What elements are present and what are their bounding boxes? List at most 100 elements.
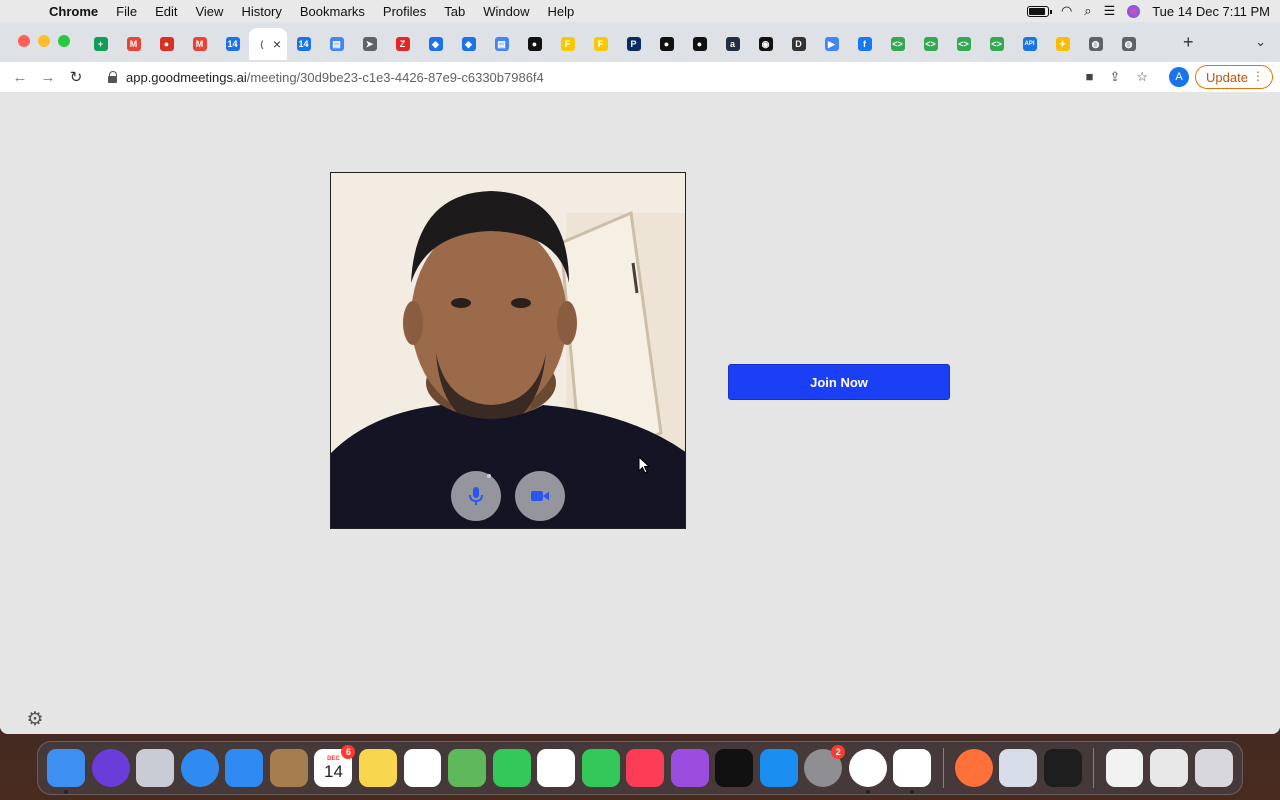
tab[interactable]: ✦ bbox=[1046, 28, 1079, 60]
terminal-icon[interactable] bbox=[1043, 749, 1082, 787]
podcasts-icon[interactable] bbox=[670, 749, 709, 787]
chrome-minimized-icon[interactable] bbox=[1150, 749, 1188, 787]
wifi-icon[interactable]: ◠ bbox=[1061, 3, 1072, 19]
tab[interactable]: ◆ bbox=[419, 28, 452, 60]
menu-view[interactable]: View bbox=[186, 4, 232, 19]
new-tab-button[interactable]: + bbox=[1183, 32, 1194, 53]
bookmark-star-icon[interactable]: ☆ bbox=[1136, 69, 1148, 85]
minimize-window-button[interactable] bbox=[38, 35, 50, 47]
calendar-icon[interactable]: DEC 14 6 bbox=[314, 745, 356, 787]
launchpad-icon[interactable] bbox=[136, 749, 175, 787]
tab[interactable]: ◆ bbox=[452, 28, 485, 60]
profile-avatar[interactable]: A bbox=[1169, 67, 1189, 87]
music-icon[interactable] bbox=[626, 749, 665, 787]
reminders-icon[interactable] bbox=[403, 749, 442, 787]
tab[interactable]: P bbox=[617, 28, 650, 60]
finder-icon[interactable] bbox=[47, 749, 86, 794]
tab[interactable]: ● bbox=[650, 28, 683, 60]
menu-profiles[interactable]: Profiles bbox=[374, 4, 435, 19]
menu-help[interactable]: Help bbox=[539, 4, 584, 19]
tab[interactable]: 14 bbox=[216, 28, 249, 60]
siri-icon[interactable] bbox=[1127, 4, 1141, 18]
tab[interactable]: ▤ bbox=[485, 28, 518, 60]
close-window-button[interactable] bbox=[18, 35, 30, 47]
tab[interactable]: <> bbox=[914, 28, 947, 60]
facebook-icon: f bbox=[857, 37, 872, 51]
contacts-icon[interactable] bbox=[269, 749, 308, 787]
update-button[interactable]: Update ⋮ bbox=[1195, 65, 1273, 89]
address-bar[interactable]: app.goodmeetings.ai/meeting/30d9be23-c1e… bbox=[96, 64, 1160, 90]
join-now-button[interactable]: Join Now bbox=[728, 364, 950, 400]
tab[interactable]: ◍ bbox=[1079, 28, 1112, 60]
firefox-icon[interactable] bbox=[954, 749, 993, 787]
tab[interactable]: ◍ bbox=[1112, 28, 1145, 60]
tab[interactable]: ➤ bbox=[353, 28, 386, 60]
menu-clock[interactable]: Tue 14 Dec 7:11 PM bbox=[1152, 4, 1270, 19]
chrome-window-icon[interactable] bbox=[1105, 749, 1144, 787]
menu-window[interactable]: Window bbox=[474, 4, 538, 19]
tab[interactable]: ● bbox=[150, 28, 183, 60]
app-store-icon[interactable] bbox=[759, 749, 798, 787]
tab[interactable]: ▤ bbox=[320, 28, 353, 60]
messages-icon[interactable] bbox=[492, 749, 531, 787]
tab[interactable]: API bbox=[1013, 28, 1046, 60]
forward-button[interactable]: → bbox=[34, 69, 62, 86]
microphone-toggle-button[interactable] bbox=[451, 471, 501, 521]
menu-tab[interactable]: Tab bbox=[435, 4, 474, 19]
notes-icon[interactable] bbox=[359, 749, 397, 787]
camera-toggle-button[interactable] bbox=[515, 471, 565, 521]
back-button[interactable]: ← bbox=[6, 69, 34, 86]
menu-bookmarks[interactable]: Bookmarks bbox=[291, 4, 374, 19]
siri-icon[interactable] bbox=[91, 749, 130, 787]
tab[interactable]: <> bbox=[980, 28, 1013, 60]
battery-icon[interactable] bbox=[1026, 5, 1052, 17]
menu-file[interactable]: File bbox=[107, 4, 146, 19]
system-preferences-icon[interactable]: 2 bbox=[804, 745, 846, 787]
safari-icon[interactable] bbox=[180, 749, 219, 787]
store-icon: ▤ bbox=[329, 37, 344, 51]
tab[interactable]: M bbox=[183, 28, 216, 60]
browser-toolbar: ← → ↻ app.goodmeetings.ai/meeting/30d9be… bbox=[0, 62, 1280, 92]
vscode-icon[interactable] bbox=[893, 749, 932, 794]
photos-icon[interactable] bbox=[537, 749, 576, 787]
menu-edit[interactable]: Edit bbox=[146, 4, 186, 19]
share-icon[interactable]: ⇪ bbox=[1109, 69, 1120, 85]
globe-icon: ◍ bbox=[1121, 37, 1136, 51]
tab[interactable]: Z bbox=[386, 28, 419, 60]
more-menu-icon[interactable]: ⋮ bbox=[1252, 69, 1264, 83]
tab[interactable]: F bbox=[551, 28, 584, 60]
control-center-icon[interactable]: ☰ bbox=[1104, 3, 1116, 19]
gear-icon[interactable]: ⚙ bbox=[25, 710, 45, 730]
preview-icon[interactable] bbox=[999, 749, 1038, 787]
menu-history[interactable]: History bbox=[232, 4, 290, 19]
tab[interactable]: f bbox=[848, 28, 881, 60]
apple-tv-icon[interactable] bbox=[715, 749, 754, 787]
tab[interactable]: a bbox=[716, 28, 749, 60]
mail-icon[interactable] bbox=[225, 749, 264, 787]
tab[interactable]: + bbox=[84, 28, 117, 60]
menu-app-name[interactable]: Chrome bbox=[40, 4, 107, 19]
maps-icon[interactable] bbox=[448, 749, 487, 787]
tab[interactable]: ▶ bbox=[815, 28, 848, 60]
tab[interactable]: <> bbox=[881, 28, 914, 60]
chevron-down-icon[interactable]: ⌄ bbox=[1255, 34, 1266, 50]
tab[interactable]: D bbox=[782, 28, 815, 60]
fullscreen-window-button[interactable] bbox=[58, 35, 70, 47]
tab-active[interactable]: (× bbox=[249, 28, 287, 60]
tab[interactable]: <> bbox=[947, 28, 980, 60]
facetime-icon[interactable] bbox=[581, 749, 620, 787]
running-indicator bbox=[910, 790, 915, 794]
tab[interactable]: 14 bbox=[287, 28, 320, 60]
tab[interactable]: ● bbox=[518, 28, 551, 60]
camera-permission-icon[interactable]: ■ bbox=[1086, 69, 1094, 85]
spotlight-icon[interactable]: ⌕ bbox=[1084, 3, 1091, 19]
trash-icon[interactable] bbox=[1194, 749, 1233, 787]
tab[interactable]: M bbox=[117, 28, 150, 60]
chrome-icon[interactable] bbox=[848, 749, 887, 794]
close-icon[interactable]: × bbox=[273, 36, 281, 52]
lock-icon[interactable] bbox=[108, 71, 118, 83]
tab[interactable]: ◉ bbox=[749, 28, 782, 60]
tab[interactable]: ● bbox=[683, 28, 716, 60]
reload-button[interactable]: ↻ bbox=[62, 68, 90, 86]
tab[interactable]: F bbox=[584, 28, 617, 60]
